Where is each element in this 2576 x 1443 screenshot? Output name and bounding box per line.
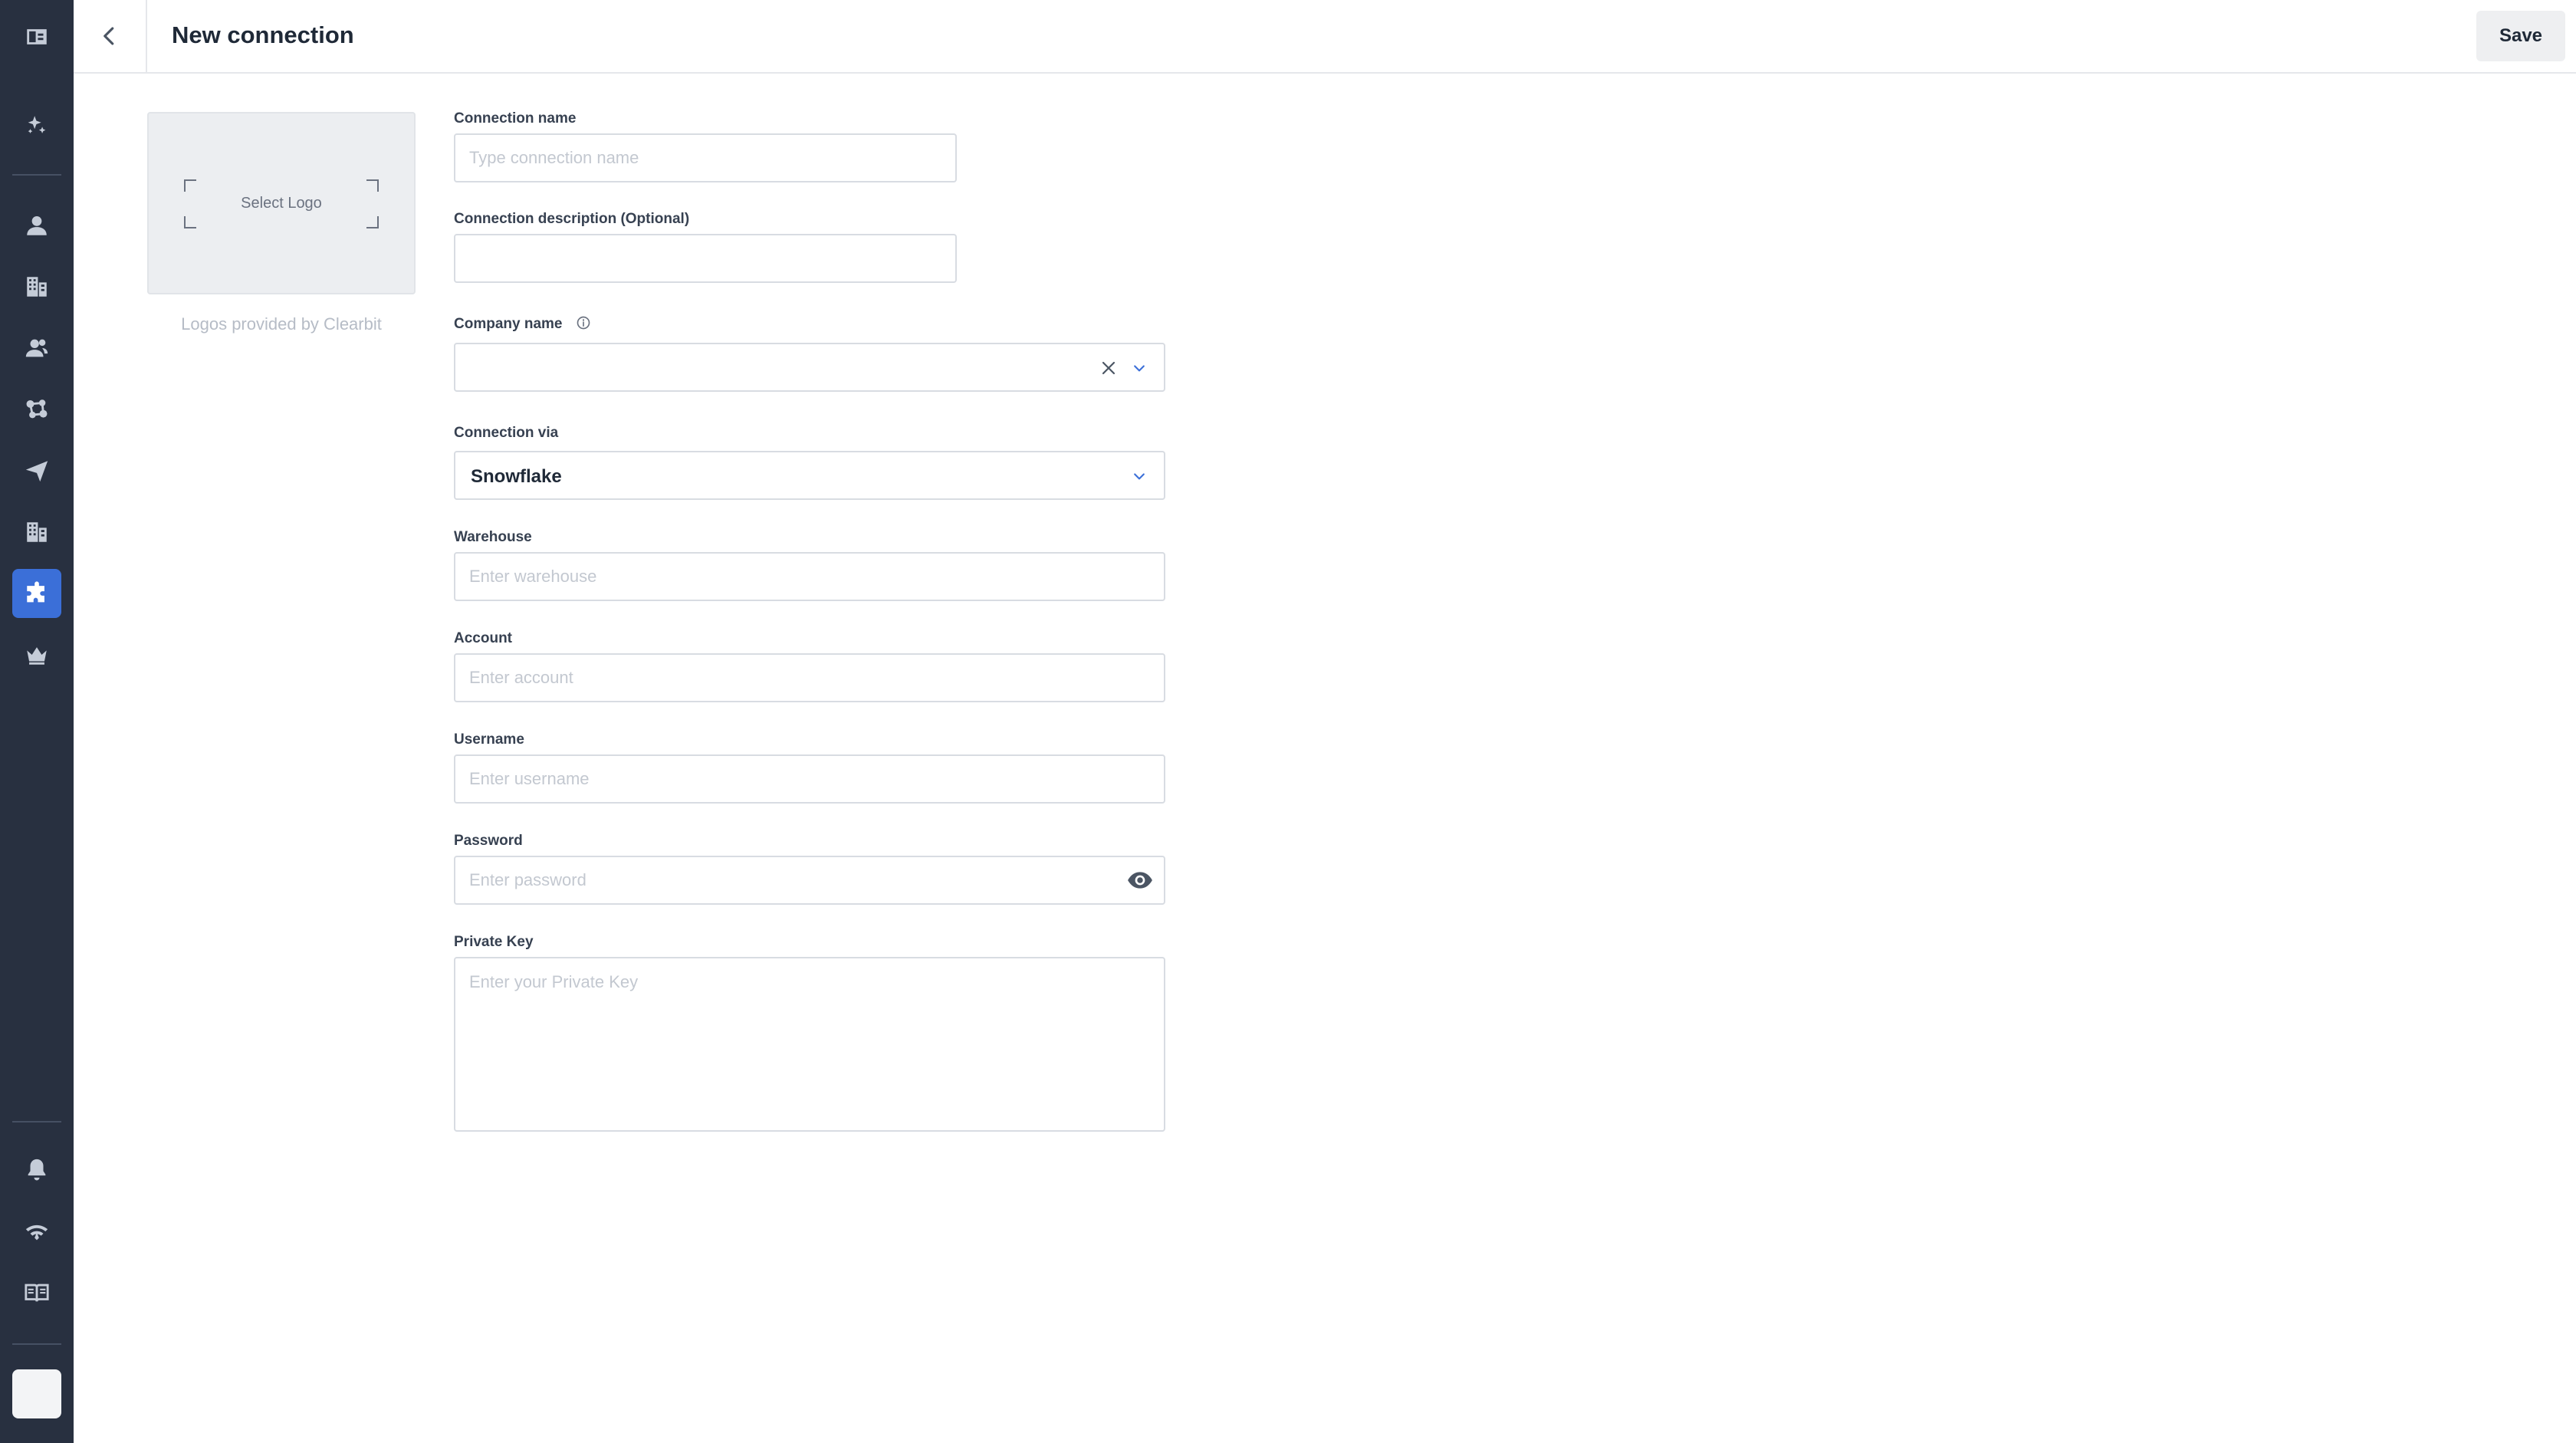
- chevron-down-icon[interactable]: [1132, 360, 1147, 376]
- company-name-label: Company name: [454, 315, 591, 333]
- people-icon[interactable]: [12, 324, 61, 373]
- sparkles-icon[interactable]: [12, 101, 61, 150]
- connection-via-select[interactable]: Snowflake: [454, 451, 1165, 500]
- header: New connection Save: [74, 0, 2576, 74]
- frame-corner: [366, 179, 379, 192]
- page-title: New connection: [172, 21, 354, 48]
- private-key-label: Private Key: [454, 934, 534, 950]
- frame-corner: [184, 216, 196, 228]
- sidebar-divider: [12, 1343, 61, 1345]
- person-icon[interactable]: [12, 201, 61, 250]
- sidebar-divider: [12, 1121, 61, 1123]
- connection-name-label: Connection name: [454, 110, 577, 127]
- username-label: Username: [454, 731, 524, 748]
- sidebar-divider: [12, 174, 61, 176]
- logo-picker[interactable]: Select Logo: [147, 112, 416, 294]
- buildings-icon[interactable]: [12, 262, 61, 311]
- connection-via-label: Connection via: [454, 425, 559, 441]
- puzzle-icon[interactable]: [12, 569, 61, 618]
- clear-icon[interactable]: [1099, 359, 1118, 377]
- account-input[interactable]: [454, 653, 1165, 702]
- company-name-label-text: Company name: [454, 316, 563, 332]
- connection-description-input[interactable]: [454, 234, 957, 283]
- private-key-textarea[interactable]: [454, 957, 1165, 1132]
- connection-description-label: Connection description (Optional): [454, 211, 690, 227]
- book-icon[interactable]: [12, 1268, 61, 1317]
- warehouse-input[interactable]: [454, 552, 1165, 601]
- company-name-select[interactable]: [454, 343, 1165, 392]
- select-logo-label: Select Logo: [241, 195, 322, 212]
- eye-icon[interactable]: [1127, 871, 1153, 889]
- frame-corner: [184, 179, 196, 192]
- avatar[interactable]: [12, 1369, 61, 1418]
- warehouse-label: Warehouse: [454, 529, 532, 545]
- frame-corner: [366, 216, 379, 228]
- username-input[interactable]: [454, 754, 1165, 804]
- sidebar: [0, 0, 74, 1443]
- chevron-left-icon: [98, 25, 121, 48]
- bell-icon[interactable]: [12, 1146, 61, 1195]
- crown-icon[interactable]: [12, 630, 61, 679]
- send-icon[interactable]: [12, 446, 61, 495]
- password-input[interactable]: [454, 856, 1165, 905]
- collapse-sidebar-icon[interactable]: [12, 12, 61, 61]
- account-label: Account: [454, 630, 512, 646]
- save-button[interactable]: Save: [2476, 11, 2565, 61]
- connection-name-input[interactable]: [454, 133, 957, 182]
- chevron-down-icon[interactable]: [1132, 468, 1147, 484]
- password-label: Password: [454, 833, 523, 849]
- logo-caption: Logos provided by Clearbit: [181, 314, 382, 334]
- connection-via-value: Snowflake: [471, 466, 562, 487]
- network-icon[interactable]: [12, 385, 61, 434]
- back-button[interactable]: [74, 0, 147, 72]
- info-icon[interactable]: [576, 315, 591, 330]
- building-icon[interactable]: [12, 508, 61, 557]
- signal-icon[interactable]: [12, 1207, 61, 1256]
